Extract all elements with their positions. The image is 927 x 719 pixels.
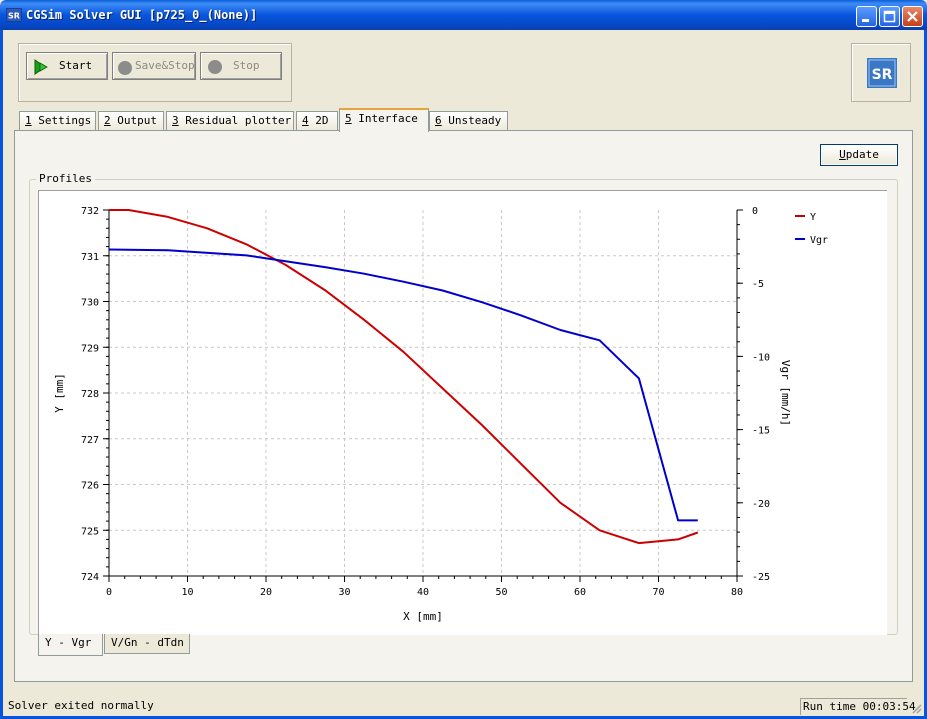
tab-settings[interactable]: 1 Settings — [19, 111, 96, 131]
subtab-y-vgr[interactable]: Y - Vgr — [38, 634, 103, 656]
profiles-group-title: Profiles — [36, 172, 95, 185]
close-icon — [907, 11, 918, 22]
legend-label-y: Y — [810, 212, 816, 223]
title-bar: SR CGSim Solver GUI [p725_0_(None)] — [0, 0, 927, 30]
x-tick-label: 60 — [574, 587, 586, 598]
subtab-vgn-dtdn[interactable]: V/Gn - dTdn — [104, 634, 190, 654]
tab-settings-num: 1 — [25, 114, 32, 127]
x-tick-label: 0 — [106, 587, 112, 598]
x-tick-label: 40 — [417, 587, 429, 598]
minimize-button[interactable] — [856, 6, 877, 27]
y-tick-label: 732 — [81, 206, 99, 217]
status-message: Solver exited normally — [8, 699, 154, 712]
svg-text:SR: SR — [8, 12, 20, 21]
tab-settings-label: Settings — [31, 114, 92, 127]
minimize-icon — [862, 19, 869, 22]
y-tick-label: 725 — [81, 526, 99, 537]
y-axis-label: Y [mm] — [53, 373, 66, 413]
y2-tick-label: -15 — [752, 426, 770, 437]
stop-label: Stop — [233, 59, 260, 72]
tab-2d-num: 4 — [302, 114, 309, 127]
y2-tick-label: 0 — [752, 206, 758, 217]
y2-tick-label: -20 — [752, 499, 770, 510]
tab-output-num: 2 — [104, 114, 111, 127]
tab-residual-num: 3 — [172, 114, 179, 127]
tab-interface[interactable]: 5 Interface — [339, 108, 429, 132]
save-stop-button[interactable]: Save&Stop — [112, 52, 196, 80]
window-title: CGSim Solver GUI [p725_0_(None)] — [26, 8, 258, 22]
x-tick-label: 10 — [181, 587, 193, 598]
y-tick-label: 727 — [81, 435, 99, 446]
x-tick-label: 30 — [338, 587, 350, 598]
play-icon — [34, 59, 48, 75]
x-axis-label: X [mm] — [403, 610, 443, 623]
x-tick-label: 70 — [652, 587, 664, 598]
svg-text:SR: SR — [872, 67, 893, 83]
series-line-vgr — [108, 248, 698, 522]
y-tick-label: 731 — [81, 252, 99, 263]
tab-residual-label: Residual plotter — [178, 114, 292, 127]
y-tick-label: 729 — [81, 343, 99, 354]
y-tick-label: 730 — [81, 298, 99, 309]
tab-2d[interactable]: 4 2D — [296, 111, 338, 131]
y2-tick-label: -25 — [752, 572, 770, 583]
close-button[interactable] — [902, 6, 923, 27]
update-button[interactable]: Update — [820, 144, 898, 166]
stir-logo-icon: SR — [6, 8, 22, 22]
tab-unsteady[interactable]: 6 Unsteady — [429, 111, 508, 131]
x-tick-label: 50 — [495, 587, 507, 598]
x-tick-label: 80 — [731, 587, 743, 598]
legend-label-vgr: Vgr — [810, 235, 828, 246]
stop-circle-icon — [118, 61, 132, 75]
tab-output-label: Output — [110, 114, 157, 127]
stop-circle-icon — [208, 60, 222, 74]
stir-logo-icon: SR — [867, 58, 897, 88]
maximize-button[interactable] — [879, 6, 900, 27]
run-time: Run time 00:03:54 — [800, 698, 916, 715]
tab-interface-label: Interface — [351, 112, 418, 125]
maximize-icon — [883, 10, 896, 23]
stop-button[interactable]: Stop — [200, 52, 282, 80]
y2-axis-label: Vgr [mm/h] — [779, 360, 792, 426]
y-tick-label: 726 — [81, 481, 99, 492]
tab-unsteady-num: 6 — [435, 114, 442, 127]
tab-output[interactable]: 2 Output — [98, 111, 164, 131]
tab-2d-label: 2D — [308, 114, 329, 127]
y-tick-label: 728 — [81, 389, 99, 400]
start-button[interactable]: Start — [26, 52, 108, 80]
y-tick-label: 724 — [81, 572, 99, 583]
save-stop-label: Save&Stop — [135, 59, 195, 72]
tab-unsteady-label: Unsteady — [441, 114, 502, 127]
logo-panel: SR — [851, 43, 911, 102]
tab-residual-plotter[interactable]: 3 Residual plotter — [166, 111, 294, 131]
x-tick-label: 20 — [260, 587, 272, 598]
update-label-hotkey: U — [839, 148, 846, 161]
profiles-chart: 0 10 20 30 40 50 60 70 80 724 725 726 727 728 729 730 73… — [38, 190, 887, 635]
update-label: pdate — [845, 148, 879, 161]
y2-tick-label: -5 — [752, 279, 764, 290]
series-line-y — [109, 209, 699, 545]
profiles-chart-svg: 0 10 20 30 40 50 60 70 80 724 725 726 727 728 729 730 73… — [53, 206, 828, 623]
resize-grip-icon[interactable] — [910, 702, 922, 714]
y2-tick-label: -10 — [752, 352, 770, 363]
start-label: Start — [59, 59, 93, 72]
tab-interface-num: 5 — [345, 112, 352, 125]
